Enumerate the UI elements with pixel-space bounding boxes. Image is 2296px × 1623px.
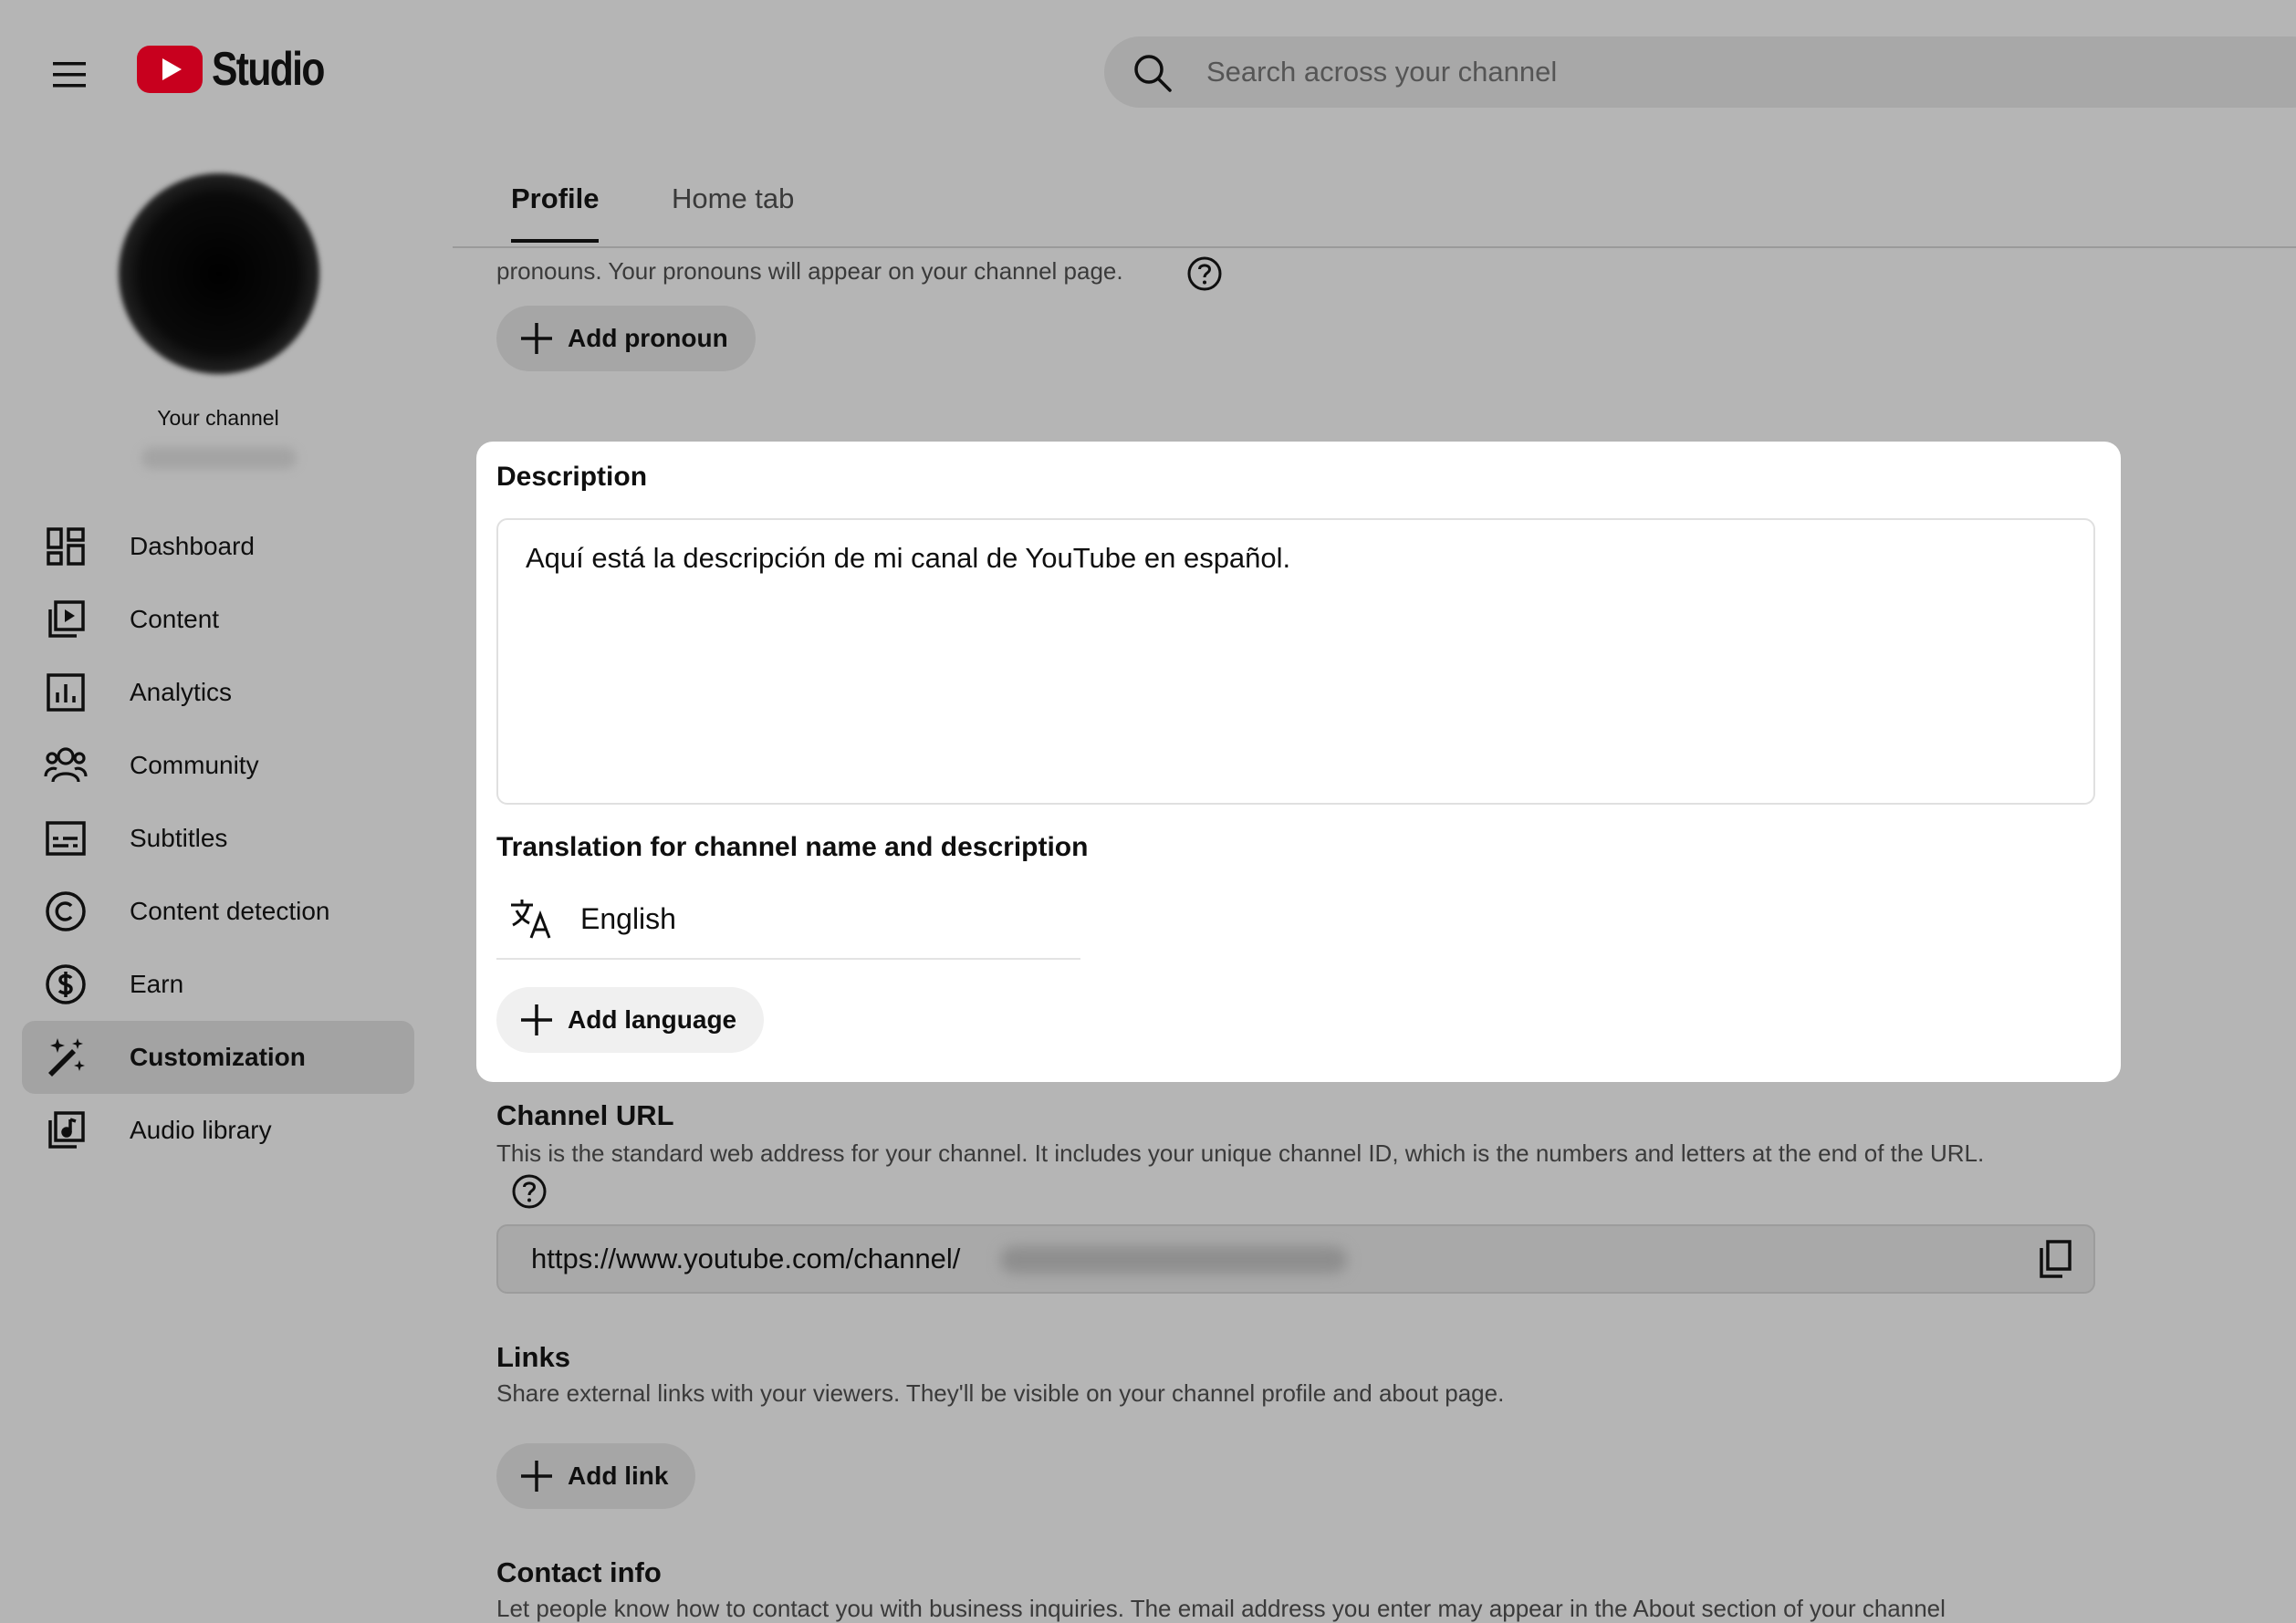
sidebar-item-customization[interactable]: Customization xyxy=(22,1021,414,1094)
sidebar-item-label: Content detection xyxy=(130,897,330,925)
studio-logo[interactable]: Studio xyxy=(137,43,349,96)
description-value: Aquí está la descripción de mi canal de … xyxy=(526,542,1291,574)
menu-button[interactable] xyxy=(40,46,99,104)
search-icon[interactable] xyxy=(1132,52,1174,94)
channel-url-description: This is the standard web address for you… xyxy=(496,1139,1985,1167)
channel-url-value: https://www.youtube.com/channel/ xyxy=(531,1243,961,1274)
description-textarea[interactable]: Aquí está la descripción de mi canal de … xyxy=(496,518,2095,805)
links-title: Links xyxy=(496,1341,570,1373)
sidebar-item-content[interactable]: Content xyxy=(22,583,414,656)
sidebar-item-audio-library[interactable]: Audio library xyxy=(22,1094,414,1167)
sidebar-item-community[interactable]: Community xyxy=(22,729,414,802)
sidebar-item-content-detection[interactable]: Content detection xyxy=(22,875,414,948)
sidebar-item-subtitles[interactable]: Subtitles xyxy=(22,802,414,875)
sidebar-item-label: Dashboard xyxy=(130,532,255,560)
sidebar-item-label: Audio library xyxy=(130,1116,272,1144)
magic-wand-icon xyxy=(42,1034,89,1081)
plus-icon xyxy=(518,1458,555,1494)
channel-handle-blurred xyxy=(141,447,297,469)
tabs-divider xyxy=(453,246,2296,248)
sidebar-item-earn[interactable]: Earn xyxy=(22,948,414,1021)
channel-url-field[interactable]: https://www.youtube.com/channel/ xyxy=(496,1224,2095,1294)
add-pronoun-button[interactable]: Add pronoun xyxy=(496,306,756,371)
search-input[interactable] xyxy=(1206,36,2119,108)
sidebar-item-label: Subtitles xyxy=(130,824,228,852)
audio-library-icon xyxy=(42,1107,89,1154)
translation-language-row[interactable]: English xyxy=(496,879,1080,960)
add-pronoun-label: Add pronoun xyxy=(568,324,728,352)
help-icon[interactable] xyxy=(511,1173,548,1210)
dashboard-icon xyxy=(42,523,89,570)
add-language-button[interactable]: Add language xyxy=(496,987,765,1053)
description-title: Description xyxy=(496,462,648,492)
sidebar-item-label: Analytics xyxy=(130,678,233,706)
hamburger-icon xyxy=(51,61,88,88)
translation-language: English xyxy=(580,901,676,935)
contact-info-description: Let people know how to contact you with … xyxy=(496,1595,1946,1622)
sidebar-item-label: Customization xyxy=(130,1043,306,1071)
analytics-icon xyxy=(42,669,89,716)
youtube-play-icon xyxy=(137,46,203,93)
copyright-icon xyxy=(42,888,89,935)
your-channel-label: Your channel xyxy=(157,406,279,430)
translate-icon xyxy=(509,898,553,940)
copy-icon[interactable] xyxy=(2037,1239,2073,1279)
sidebar-item-analytics[interactable]: Analytics xyxy=(22,656,414,729)
translation-title: Translation for channel name and descrip… xyxy=(496,832,1089,862)
sidebar-item-label: Community xyxy=(130,751,259,779)
pronoun-description: pronouns. Your pronouns will appear on y… xyxy=(496,257,1123,285)
subtitles-icon xyxy=(42,815,89,862)
add-link-label: Add link xyxy=(568,1462,669,1490)
community-icon xyxy=(42,742,89,789)
help-icon[interactable] xyxy=(1186,255,1223,292)
channel-id-blurred xyxy=(1000,1246,1347,1274)
contact-info-title: Contact info xyxy=(496,1556,662,1588)
dollar-icon xyxy=(42,961,89,1008)
channel-url-title: Channel URL xyxy=(496,1099,674,1131)
search-bar[interactable] xyxy=(1104,36,2296,108)
sidebar-item-label: Content xyxy=(130,605,220,633)
content-icon xyxy=(42,596,89,643)
channel-avatar[interactable] xyxy=(119,173,319,374)
plus-icon xyxy=(518,320,555,357)
tab-profile[interactable]: Profile xyxy=(511,182,599,215)
links-description: Share external links with your viewers. … xyxy=(496,1379,1505,1407)
plus-icon xyxy=(518,1002,555,1038)
logo-text: Studio xyxy=(212,43,325,96)
add-language-label: Add language xyxy=(568,1005,737,1034)
tab-home[interactable]: Home tab xyxy=(672,182,794,215)
active-tab-indicator xyxy=(511,239,599,243)
sidebar-item-label: Earn xyxy=(130,970,184,998)
sidebar-item-dashboard[interactable]: Dashboard xyxy=(22,510,414,583)
add-link-button[interactable]: Add link xyxy=(496,1443,696,1509)
